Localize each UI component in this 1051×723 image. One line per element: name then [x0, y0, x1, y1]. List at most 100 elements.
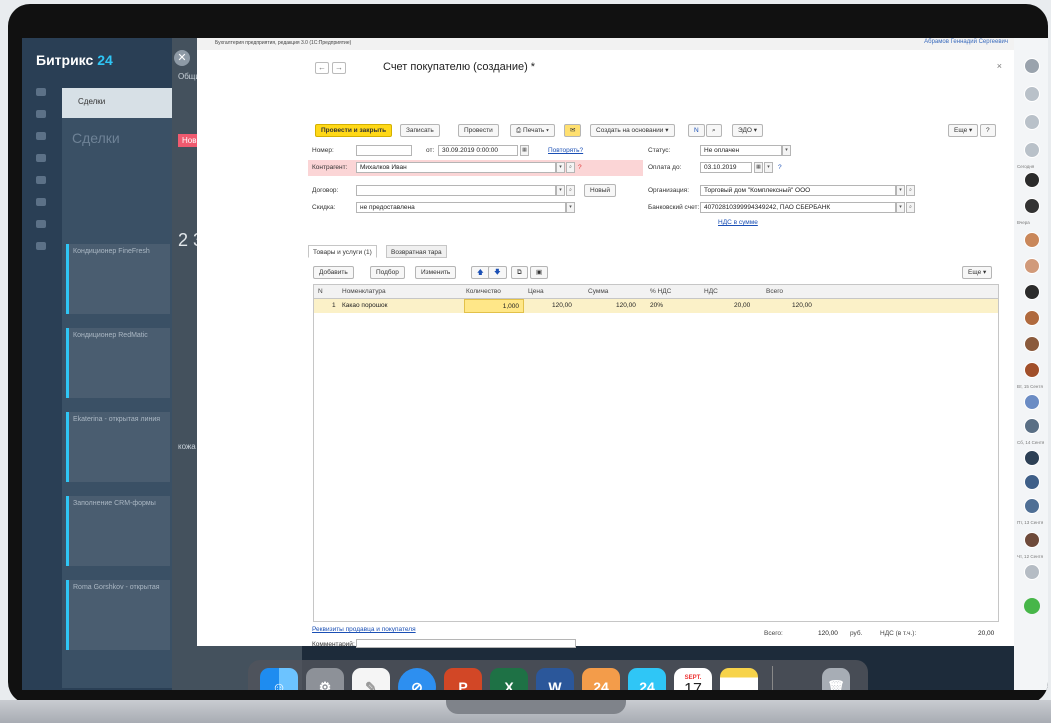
change-button[interactable]: Изменить	[415, 266, 457, 279]
avatar[interactable]	[1024, 310, 1040, 326]
avatar[interactable]	[1024, 498, 1040, 514]
col-header[interactable]: Количество	[466, 288, 501, 295]
vat-link[interactable]: НДС в сумме	[718, 219, 758, 226]
back-button[interactable]: ←	[315, 62, 329, 74]
calendar-icon[interactable]: ▦	[520, 145, 529, 156]
bitrix-chat-icon[interactable]: 24	[582, 668, 620, 690]
col-header[interactable]: Всего	[766, 288, 783, 295]
post-and-close-button[interactable]: Провести и закрыть	[315, 124, 393, 137]
bank-dropdown-icon[interactable]: ▾	[896, 202, 905, 213]
deal-card[interactable]: Кондиционер RedMatic	[66, 328, 170, 398]
powerpoint-icon[interactable]: P	[444, 668, 482, 690]
col-header[interactable]: Сумма	[588, 288, 608, 295]
col-header[interactable]: Номенклатура	[342, 288, 386, 295]
cell-vat-rate[interactable]: 20%	[650, 302, 663, 309]
bank-field[interactable]: 40702810399994349242, ПАО СБЕРБАНК	[700, 202, 896, 213]
repeat-link[interactable]: Повторять?	[548, 147, 583, 154]
create-based-button[interactable]: Создать на основании ▾	[590, 124, 675, 137]
nav-icon[interactable]	[36, 198, 46, 206]
contract-dropdown-icon[interactable]: ▾	[556, 185, 565, 196]
tab-deals[interactable]: Сделки	[78, 97, 105, 106]
copy-icon[interactable]: ⧉	[511, 266, 528, 279]
pick-button[interactable]: Подбор	[370, 266, 405, 279]
avatar[interactable]	[1024, 450, 1040, 466]
hint-icon[interactable]: ?	[578, 164, 582, 171]
status-field[interactable]: Не оплачен	[700, 145, 782, 156]
nav-icon[interactable]	[36, 220, 46, 228]
avatar[interactable]	[1024, 284, 1040, 300]
col-header[interactable]: Цена	[528, 288, 544, 295]
forward-button[interactable]: →	[332, 62, 346, 74]
number-field[interactable]	[356, 145, 412, 156]
help-button[interactable]: ?	[980, 124, 996, 137]
calendar-icon[interactable]: ▦	[754, 162, 763, 173]
avatar[interactable]	[1024, 232, 1040, 248]
counterparty-dropdown-icon[interactable]: ▾	[556, 162, 565, 173]
comment-field[interactable]	[356, 639, 576, 648]
more-button[interactable]: Еще ▾	[948, 124, 979, 137]
safari-icon[interactable]: ⊘	[398, 668, 436, 690]
notes-icon[interactable]	[720, 668, 758, 690]
cell-vat[interactable]: 20,00	[734, 302, 750, 309]
avatar[interactable]	[1024, 474, 1040, 490]
system-preferences-icon[interactable]: ⚙	[306, 668, 344, 690]
avatar[interactable]	[1024, 258, 1040, 274]
status-dropdown-icon[interactable]: ▾	[782, 145, 791, 156]
open-icon[interactable]: ⌕	[906, 202, 915, 213]
chat-icon[interactable]	[1024, 114, 1040, 130]
avatar[interactable]	[1024, 336, 1040, 352]
open-icon[interactable]: ⌕	[906, 185, 915, 196]
avatar[interactable]	[1024, 172, 1040, 188]
discount-field[interactable]: не предоставлена	[356, 202, 566, 213]
tab-return[interactable]: Возвратная тара	[386, 245, 447, 258]
nav-icon[interactable]	[36, 154, 46, 162]
nav-icon[interactable]	[36, 132, 46, 140]
save-button[interactable]: Записать	[400, 124, 440, 137]
open-icon[interactable]: ⌕	[566, 185, 575, 196]
textedit-icon[interactable]: ✎	[352, 668, 390, 690]
user-name[interactable]: Абрамов Геннадий Сергеевич	[924, 39, 1008, 45]
search-icon[interactable]	[1024, 142, 1040, 158]
word-icon[interactable]: W	[536, 668, 574, 690]
nav-icon[interactable]	[36, 176, 46, 184]
cell-total[interactable]: 120,00	[792, 302, 812, 309]
bitrix24-icon[interactable]: 24	[628, 668, 666, 690]
deal-card[interactable]: Roma Gorshkov - открытая	[66, 580, 170, 650]
attach-icon[interactable]: ⌕	[706, 124, 722, 137]
requisites-link[interactable]: Реквизиты продавца и покупателя	[312, 626, 416, 633]
close-icon[interactable]: ×	[997, 61, 1002, 71]
pay-until-field[interactable]: 03.10.2019	[700, 162, 752, 173]
col-header[interactable]: НДС	[704, 288, 718, 295]
col-header[interactable]: N	[318, 288, 323, 295]
avatar[interactable]	[1024, 418, 1040, 434]
avatar[interactable]	[1024, 394, 1040, 410]
bell-icon[interactable]	[1024, 86, 1040, 102]
org-dropdown-icon[interactable]: ▾	[896, 185, 905, 196]
col-header[interactable]: % НДС	[650, 288, 671, 295]
date-field[interactable]: 30.09.2019 0:00:00	[438, 145, 518, 156]
discount-dropdown-icon[interactable]: ▾	[566, 202, 575, 213]
trash-icon[interactable]: 🗑	[822, 668, 850, 690]
open-icon[interactable]: ⌕	[566, 162, 575, 173]
pay-until-dropdown-icon[interactable]: ▾	[764, 162, 773, 173]
deal-card[interactable]: Ekaterina - открытая линия	[66, 412, 170, 482]
nav-icon[interactable]	[36, 88, 46, 96]
avatar[interactable]	[1024, 532, 1040, 548]
table-more-button[interactable]: Еще ▾	[962, 266, 993, 279]
cell-price[interactable]: 120,00	[552, 302, 572, 309]
move-down-icon[interactable]: 🡇	[488, 266, 507, 279]
dt-kt-icon[interactable]: N	[688, 124, 705, 137]
avatar[interactable]	[1024, 362, 1040, 378]
deal-card[interactable]: Заполнение CRM-формы	[66, 496, 170, 566]
counterparty-field[interactable]: Михалков Иван	[356, 162, 556, 173]
phone-icon[interactable]	[1024, 598, 1040, 614]
mail-icon[interactable]: ✉	[564, 124, 582, 137]
new-contract-button[interactable]: Новый	[584, 184, 617, 197]
calendar-icon[interactable]: SEPT. 17	[674, 668, 712, 690]
avatar[interactable]	[1024, 198, 1040, 214]
print-button[interactable]: ⎙ Печать ▾	[510, 124, 555, 137]
nav-icon[interactable]	[36, 110, 46, 118]
excel-icon[interactable]: X	[490, 668, 528, 690]
paste-icon[interactable]: ▣	[530, 266, 549, 279]
nav-icon[interactable]	[36, 242, 46, 250]
